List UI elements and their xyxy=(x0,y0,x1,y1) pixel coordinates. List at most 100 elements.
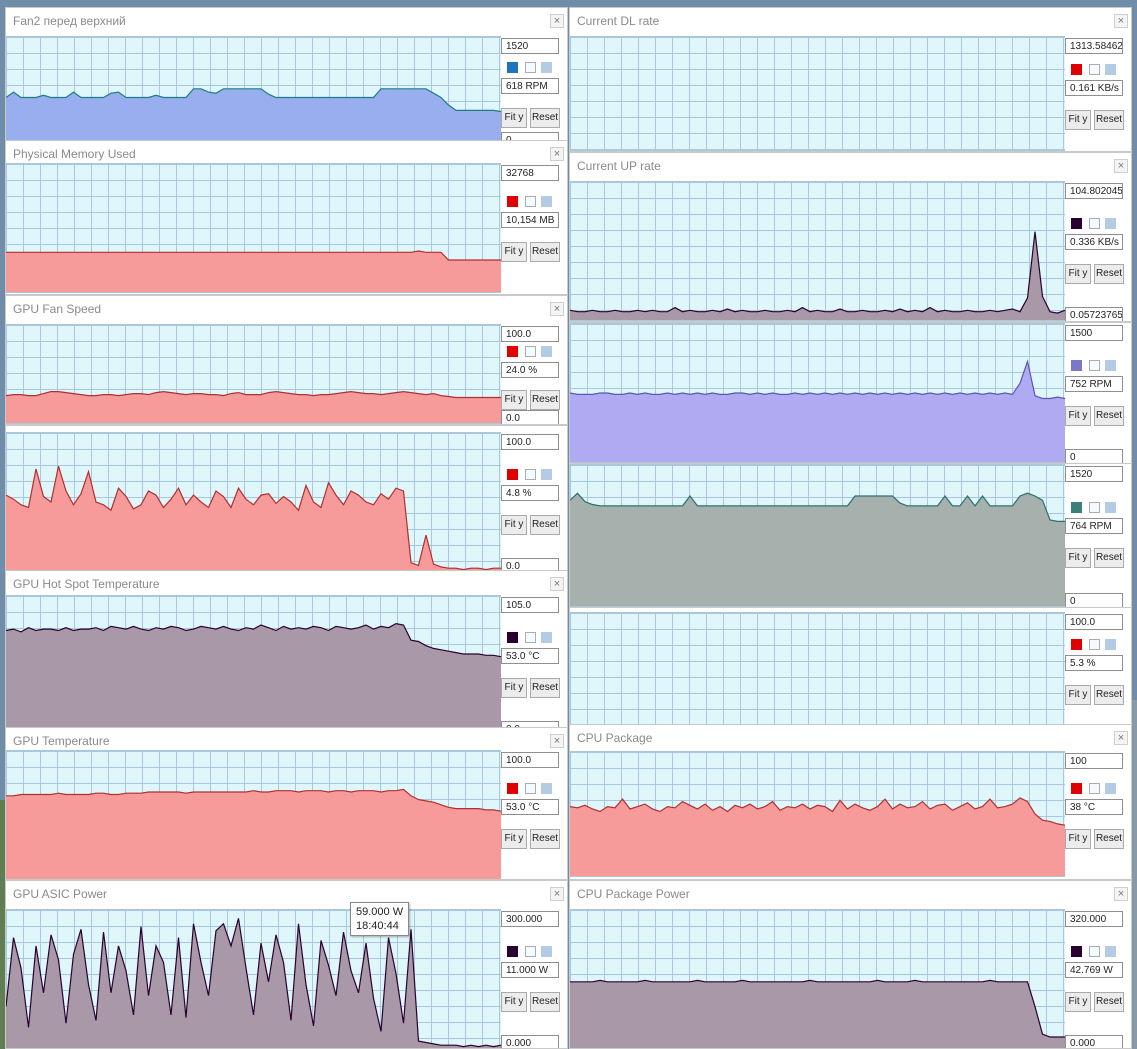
series-color-swatch[interactable] xyxy=(1071,946,1082,957)
reset-button[interactable]: Reset xyxy=(1094,406,1124,426)
panel-titlebar[interactable]: Current DL rate × xyxy=(570,8,1131,32)
fit-y-button[interactable]: Fit y xyxy=(501,829,527,849)
fill-toggle-swatch[interactable] xyxy=(1089,639,1100,650)
fill-toggle-swatch[interactable] xyxy=(525,62,536,73)
panel-titlebar[interactable]: Current UP rate × xyxy=(570,153,1131,177)
fill-toggle-swatch[interactable] xyxy=(1089,360,1100,371)
close-button[interactable]: × xyxy=(550,147,564,161)
panel-titlebar[interactable]: GPU Fan Speed × xyxy=(6,296,567,320)
series-color-swatch[interactable] xyxy=(507,62,518,73)
max-value-field[interactable]: 1313.584623 xyxy=(1065,38,1123,54)
max-value-field[interactable]: 105.0 xyxy=(501,597,559,613)
graph-plot-area[interactable] xyxy=(6,595,501,735)
panel-titlebar[interactable]: GPU Hot Spot Temperature × xyxy=(6,571,567,595)
background-color-swatch[interactable] xyxy=(1105,946,1116,957)
min-value-field[interactable]: 0.000 xyxy=(501,1035,559,1048)
reset-button[interactable]: Reset xyxy=(1094,685,1124,705)
background-color-swatch[interactable] xyxy=(1105,639,1116,650)
panel-titlebar[interactable]: Physical Memory Used × xyxy=(6,141,567,165)
series-color-swatch[interactable] xyxy=(507,196,518,207)
background-color-swatch[interactable] xyxy=(1105,783,1116,794)
min-value-field[interactable]: 0.000 xyxy=(1065,1035,1123,1048)
graph-plot-area[interactable] xyxy=(570,181,1065,321)
reset-button[interactable]: Reset xyxy=(1094,829,1124,849)
fit-y-button[interactable]: Fit y xyxy=(1065,110,1091,130)
reset-button[interactable]: Reset xyxy=(530,390,560,410)
series-color-swatch[interactable] xyxy=(1071,64,1082,75)
series-color-swatch[interactable] xyxy=(1071,639,1082,650)
max-value-field[interactable]: 1520 xyxy=(1065,466,1123,482)
background-color-swatch[interactable] xyxy=(541,196,552,207)
reset-button[interactable]: Reset xyxy=(530,678,560,698)
series-color-swatch[interactable] xyxy=(507,469,518,480)
reset-button[interactable]: Reset xyxy=(1094,992,1124,1012)
fill-toggle-swatch[interactable] xyxy=(525,196,536,207)
close-button[interactable]: × xyxy=(1114,731,1128,745)
reset-button[interactable]: Reset xyxy=(530,829,560,849)
background-color-swatch[interactable] xyxy=(541,632,552,643)
fill-toggle-swatch[interactable] xyxy=(525,946,536,957)
close-button[interactable]: × xyxy=(1114,887,1128,901)
max-value-field[interactable]: 320.000 xyxy=(1065,911,1123,927)
background-color-swatch[interactable] xyxy=(541,62,552,73)
series-color-swatch[interactable] xyxy=(507,632,518,643)
reset-button[interactable]: Reset xyxy=(530,515,560,535)
background-color-swatch[interactable] xyxy=(1105,218,1116,229)
panel-titlebar[interactable]: CPU Package Power × xyxy=(570,881,1131,905)
fill-toggle-swatch[interactable] xyxy=(1089,783,1100,794)
max-value-field[interactable]: 100.0 xyxy=(1065,614,1123,630)
graph-plot-area[interactable] xyxy=(570,36,1065,151)
graph-plot-area[interactable] xyxy=(6,324,501,424)
reset-button[interactable]: Reset xyxy=(530,992,560,1012)
graph-plot-area[interactable] xyxy=(570,464,1065,607)
series-color-swatch[interactable] xyxy=(1071,218,1082,229)
close-button[interactable]: × xyxy=(1114,14,1128,28)
series-color-swatch[interactable] xyxy=(1071,502,1082,513)
series-color-swatch[interactable] xyxy=(1071,360,1082,371)
graph-plot-area[interactable] xyxy=(570,751,1065,877)
fill-toggle-swatch[interactable] xyxy=(1089,218,1100,229)
reset-button[interactable]: Reset xyxy=(1094,264,1124,284)
fill-toggle-swatch[interactable] xyxy=(1089,502,1100,513)
close-button[interactable]: × xyxy=(550,887,564,901)
reset-button[interactable]: Reset xyxy=(1094,548,1124,568)
graph-plot-area[interactable] xyxy=(570,612,1065,724)
fit-y-button[interactable]: Fit y xyxy=(501,678,527,698)
fit-y-button[interactable]: Fit y xyxy=(501,242,527,262)
close-button[interactable]: × xyxy=(550,14,564,28)
background-color-swatch[interactable] xyxy=(1105,360,1116,371)
fit-y-button[interactable]: Fit y xyxy=(1065,548,1091,568)
series-color-swatch[interactable] xyxy=(507,783,518,794)
fit-y-button[interactable]: Fit y xyxy=(1065,264,1091,284)
series-color-swatch[interactable] xyxy=(1071,783,1082,794)
graph-plot-area[interactable] xyxy=(570,323,1065,463)
fit-y-button[interactable]: Fit y xyxy=(1065,685,1091,705)
fill-toggle-swatch[interactable] xyxy=(525,632,536,643)
reset-button[interactable]: Reset xyxy=(530,242,560,262)
background-color-swatch[interactable] xyxy=(541,783,552,794)
panel-titlebar[interactable]: Fan2 перед верхний × xyxy=(6,8,567,32)
panel-titlebar[interactable]: GPU ASIC Power × xyxy=(6,881,567,905)
series-color-swatch[interactable] xyxy=(507,946,518,957)
fit-y-button[interactable]: Fit y xyxy=(1065,829,1091,849)
fill-toggle-swatch[interactable] xyxy=(525,469,536,480)
max-value-field[interactable]: 100.0 xyxy=(501,326,559,342)
graph-plot-area[interactable] xyxy=(6,432,501,572)
close-button[interactable]: × xyxy=(1114,159,1128,173)
graph-plot-area[interactable] xyxy=(6,36,501,141)
max-value-field[interactable]: 100.0 xyxy=(501,752,559,768)
min-value-field[interactable]: 0.0 xyxy=(501,410,559,424)
graph-plot-area[interactable] xyxy=(6,750,501,879)
fit-y-button[interactable]: Fit y xyxy=(501,390,527,410)
panel-titlebar[interactable]: CPU Package × xyxy=(570,725,1131,749)
fill-toggle-swatch[interactable] xyxy=(525,783,536,794)
max-value-field[interactable]: 32768 xyxy=(501,165,559,181)
graph-plot-area[interactable] xyxy=(570,909,1065,1048)
reset-button[interactable]: Reset xyxy=(530,108,560,128)
fit-y-button[interactable]: Fit y xyxy=(501,108,527,128)
background-color-swatch[interactable] xyxy=(541,346,552,357)
fill-toggle-swatch[interactable] xyxy=(1089,946,1100,957)
close-button[interactable]: × xyxy=(550,577,564,591)
max-value-field[interactable]: 100 xyxy=(1065,753,1123,769)
background-color-swatch[interactable] xyxy=(1105,64,1116,75)
